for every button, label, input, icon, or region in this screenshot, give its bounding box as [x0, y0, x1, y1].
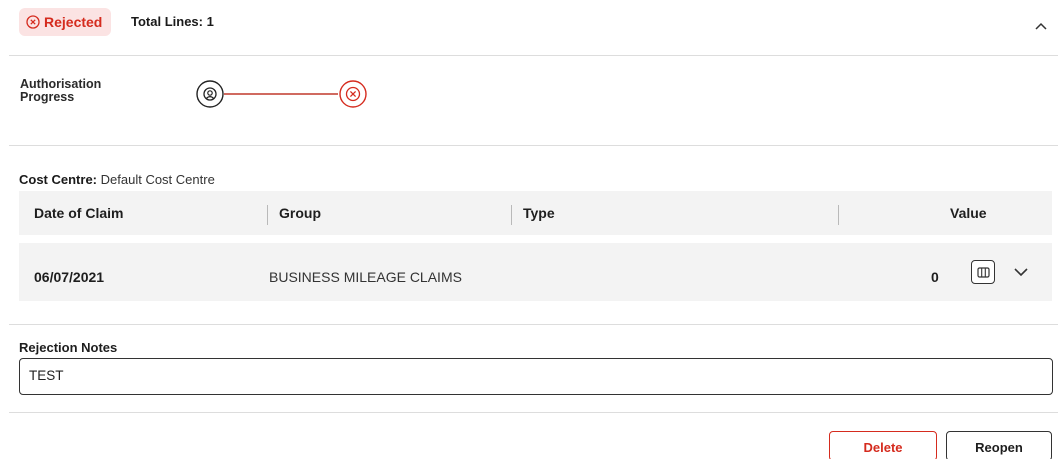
- total-lines: Total Lines: 1: [131, 14, 214, 29]
- claim-header: Rejected Total Lines: 1: [0, 0, 1060, 55]
- view-receipt-button[interactable]: [971, 260, 995, 284]
- user-icon: [196, 80, 224, 108]
- authorisation-progress-label: Authorisation Progress: [20, 77, 102, 104]
- rejection-notes-label: Rejection Notes: [19, 340, 118, 355]
- cost-centre-label: Cost Centre:: [19, 172, 98, 187]
- status-badge: Rejected: [19, 8, 112, 36]
- row-group: BUSINESS MILEAGE CLAIMS: [269, 269, 462, 285]
- divider: [9, 324, 1058, 325]
- column-header-type: Type: [523, 205, 555, 221]
- cost-centre: Cost Centre: Default Cost Centre: [19, 172, 215, 187]
- column-header-value: Value: [950, 205, 987, 221]
- table-header: Date of Claim Group Type Value: [19, 191, 1052, 235]
- status-text: Rejected: [44, 14, 103, 30]
- column-header-group: Group: [279, 205, 321, 221]
- divider: [9, 412, 1058, 413]
- column-separator: [511, 205, 512, 225]
- reopen-button[interactable]: Reopen: [946, 431, 1052, 459]
- x-circle-icon: [26, 15, 40, 29]
- divider: [9, 145, 1058, 146]
- column-separator: [267, 205, 268, 225]
- authorisation-progress-track: [196, 80, 367, 108]
- divider: [9, 55, 1058, 56]
- column-separator: [838, 205, 839, 225]
- table-row: 06/07/2021 BUSINESS MILEAGE CLAIMS 0: [19, 243, 1052, 301]
- rejection-notes-field[interactable]: TEST: [19, 358, 1053, 395]
- delete-button[interactable]: Delete: [829, 431, 937, 459]
- x-circle-icon: [339, 80, 367, 108]
- row-date: 06/07/2021: [34, 269, 105, 285]
- chevron-down-icon[interactable]: [1011, 264, 1031, 280]
- cost-centre-value: Default Cost Centre: [100, 172, 215, 187]
- document-icon: [976, 266, 990, 278]
- column-header-date: Date of Claim: [34, 205, 124, 221]
- chevron-up-icon[interactable]: [1033, 18, 1049, 34]
- row-value: 0: [931, 269, 939, 285]
